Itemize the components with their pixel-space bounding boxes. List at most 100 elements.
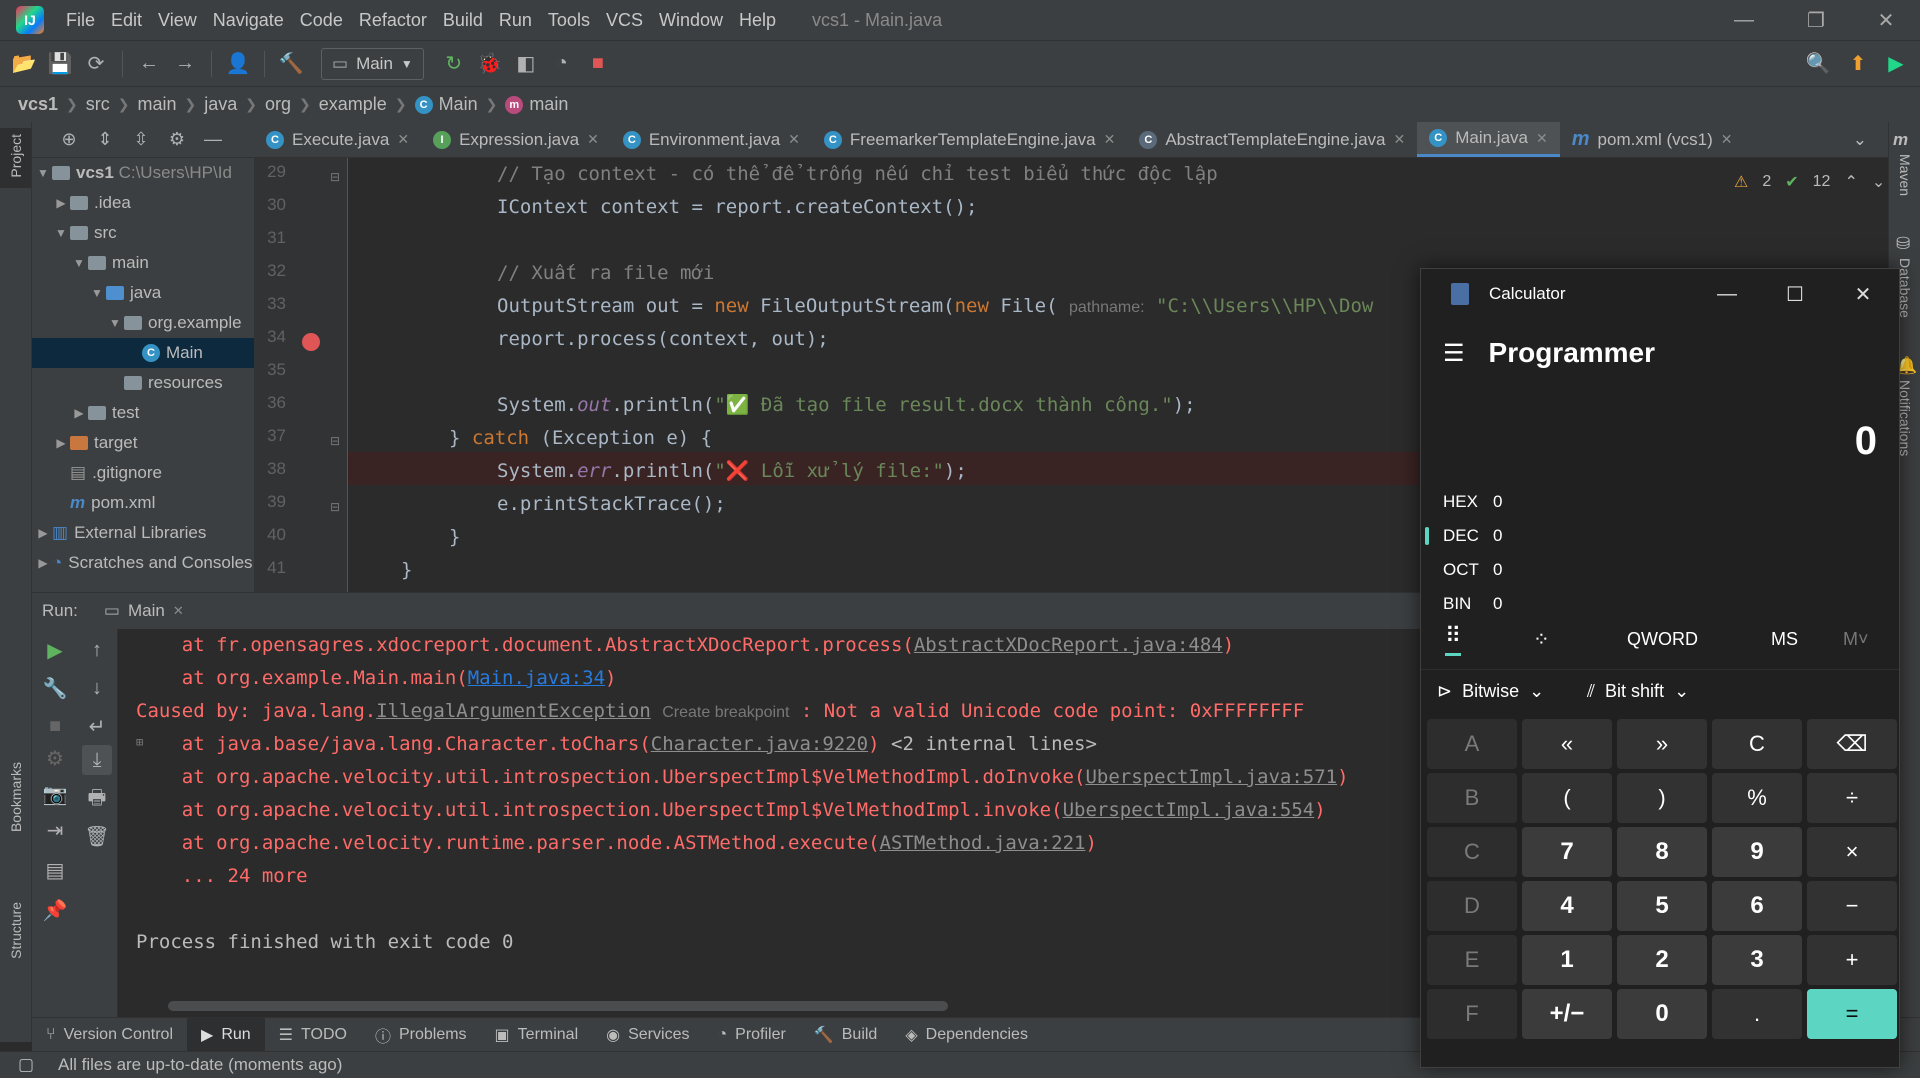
create-breakpoint-hint[interactable]: Create breakpoint [662, 704, 789, 721]
stacktrace-link[interactable]: UberspectImpl.java:554 [1063, 799, 1315, 821]
maven-tool-button[interactable]: Maven [1897, 154, 1913, 196]
tab-terminal[interactable]: ▣ Terminal [481, 1018, 593, 1052]
tab-expression[interactable]: I Expression.java ✕ [421, 122, 611, 157]
stacktrace-link[interactable]: Main.java:34 [468, 667, 605, 689]
bitwise-dropdown[interactable]: ⊳ Bitwise ⌄ [1437, 681, 1544, 702]
arrow-up-icon[interactable]: ↑ [82, 635, 112, 665]
stop-icon[interactable]: ■ [580, 46, 616, 82]
tab-abstract-template-engine[interactable]: C AbstractTemplateEngine.java ✕ [1127, 122, 1417, 157]
fold-marker-icon[interactable]: ⊟ [330, 434, 340, 448]
tab-services[interactable]: ◉ Services [592, 1018, 703, 1052]
tab-profiler[interactable]: ◔ Profiler [703, 1018, 799, 1052]
bit-toggle-keypad-icon[interactable]: ⁘ [1533, 627, 1550, 652]
tree-item-pom[interactable]: m pom.xml [32, 488, 254, 518]
chevron-down-icon[interactable]: ⌄ [1872, 172, 1885, 192]
breadcrumb-org[interactable]: org [265, 94, 291, 115]
radix-oct[interactable]: OCT 0 [1421, 553, 1899, 587]
breadcrumb-class[interactable]: C Main [414, 94, 478, 115]
tree-item-package[interactable]: ▼ org.example [32, 308, 254, 338]
open-folder-icon[interactable]: 📂 [6, 46, 42, 82]
back-arrow-icon[interactable]: ← [131, 46, 167, 82]
key-5[interactable]: 5 [1617, 881, 1707, 931]
fold-marker-icon[interactable]: ⊟ [330, 170, 340, 184]
tabs-overflow-button[interactable]: ⌄ [1841, 122, 1879, 157]
key-negate[interactable]: +/− [1522, 989, 1612, 1039]
menu-refactor[interactable]: Refactor [351, 10, 435, 31]
key-3[interactable]: 3 [1712, 935, 1802, 985]
key-percent[interactable]: % [1712, 773, 1802, 823]
key-1[interactable]: 1 [1522, 935, 1612, 985]
internal-lines-folding[interactable]: <2 internal lines> [880, 733, 1097, 755]
project-tool-button[interactable]: Project [0, 128, 31, 188]
key-6[interactable]: 6 [1712, 881, 1802, 931]
menu-tools[interactable]: Tools [540, 10, 598, 31]
structure-tool-button[interactable]: Structure [0, 902, 31, 1012]
key-divide[interactable]: ÷ [1807, 773, 1897, 823]
rerun-icon[interactable]: ↻ [436, 46, 472, 82]
tab-environment[interactable]: C Environment.java ✕ [611, 122, 812, 157]
full-keypad-icon[interactable]: ⠿ [1445, 623, 1462, 656]
breadcrumb-example[interactable]: example [319, 94, 387, 115]
print-icon[interactable]: 🖶 [82, 785, 112, 815]
key-2[interactable]: 2 [1617, 935, 1707, 985]
key-multiply[interactable]: × [1807, 827, 1897, 877]
gear-icon[interactable]: ⚙ [40, 743, 70, 773]
tab-problems[interactable]: ⓘ Problems [361, 1018, 481, 1052]
close-icon[interactable]: ✕ [1721, 131, 1733, 148]
bookmarks-tool-button[interactable]: Bookmarks [0, 762, 31, 872]
exception-link[interactable]: IllegalArgumentException [376, 700, 651, 722]
tree-item-target[interactable]: ▶ target [32, 428, 254, 458]
soft-wrap-icon[interactable]: ↵ [82, 711, 112, 741]
breadcrumb-project[interactable]: vcs1 [18, 94, 58, 115]
exit-icon[interactable]: ⇥ [40, 815, 70, 845]
wrench-icon[interactable]: 🔧 [40, 673, 70, 703]
camera-icon[interactable]: 📷 [40, 779, 70, 809]
gear-icon[interactable]: ⚙ [162, 125, 192, 155]
close-icon[interactable]: ✕ [173, 603, 184, 619]
key-equals[interactable]: = [1807, 989, 1897, 1039]
collapse-all-icon[interactable]: ⇳ [126, 125, 156, 155]
menu-code[interactable]: Code [292, 10, 351, 31]
tree-item-project-root[interactable]: ▼ vcs1 C:\Users\HP\Id [32, 158, 254, 188]
tab-pom[interactable]: m pom.xml (vcs1) ✕ [1560, 122, 1745, 157]
key-open-paren[interactable]: ( [1522, 773, 1612, 823]
tree-item-test[interactable]: ▶ test [32, 398, 254, 428]
hamburger-menu-icon[interactable]: ☰ [1443, 339, 1465, 368]
key-decimal[interactable]: . [1712, 989, 1802, 1039]
tree-item-idea[interactable]: ▶ .idea [32, 188, 254, 218]
breadcrumb-method[interactable]: m main [505, 94, 568, 115]
key-left-shift[interactable]: « [1522, 719, 1612, 769]
key-4[interactable]: 4 [1522, 881, 1612, 931]
tab-run[interactable]: ▶ Run [187, 1017, 265, 1052]
stacktrace-link[interactable]: ASTMethod.java:221 [880, 832, 1086, 854]
console-output[interactable]: at fr.opensagres.xdocreport.document.Abs… [118, 629, 1418, 1028]
menu-edit[interactable]: Edit [103, 10, 150, 31]
maximize-icon[interactable]: ☐ [1761, 269, 1829, 319]
tree-item-main[interactable]: ▼ main [32, 248, 254, 278]
menu-navigate[interactable]: Navigate [205, 10, 292, 31]
tab-freemarker[interactable]: C FreemarkerTemplateEngine.java ✕ [812, 122, 1127, 157]
breadcrumb-src[interactable]: src [86, 94, 110, 115]
coverage-icon[interactable]: ◧ [508, 46, 544, 82]
menu-view[interactable]: View [150, 10, 205, 31]
build-hammer-icon[interactable]: 🔨 [273, 46, 309, 82]
menu-help[interactable]: Help [731, 10, 784, 31]
tab-dependencies[interactable]: ◈ Dependencies [891, 1018, 1042, 1052]
profiler-icon[interactable]: ◔ [544, 46, 580, 82]
code-with-me-icon[interactable]: ▶ [1878, 46, 1914, 82]
radix-dec[interactable]: DEC 0 [1421, 519, 1899, 553]
close-icon[interactable]: ✕ [1104, 131, 1116, 148]
radix-bin[interactable]: BIN 0 [1421, 587, 1899, 621]
key-clear[interactable]: C [1712, 719, 1802, 769]
key-8[interactable]: 8 [1617, 827, 1707, 877]
locate-icon[interactable]: ⊕ [54, 125, 84, 155]
key-7[interactable]: 7 [1522, 827, 1612, 877]
close-icon[interactable]: ✕ [1394, 131, 1406, 148]
key-0[interactable]: 0 [1617, 989, 1707, 1039]
breadcrumb-java[interactable]: java [204, 94, 237, 115]
tree-item-src[interactable]: ▼ src [32, 218, 254, 248]
arrow-down-icon[interactable]: ↓ [82, 673, 112, 703]
breakpoint-icon[interactable] [302, 333, 320, 351]
menu-build[interactable]: Build [435, 10, 491, 31]
memory-store-button[interactable]: MS [1771, 629, 1798, 650]
